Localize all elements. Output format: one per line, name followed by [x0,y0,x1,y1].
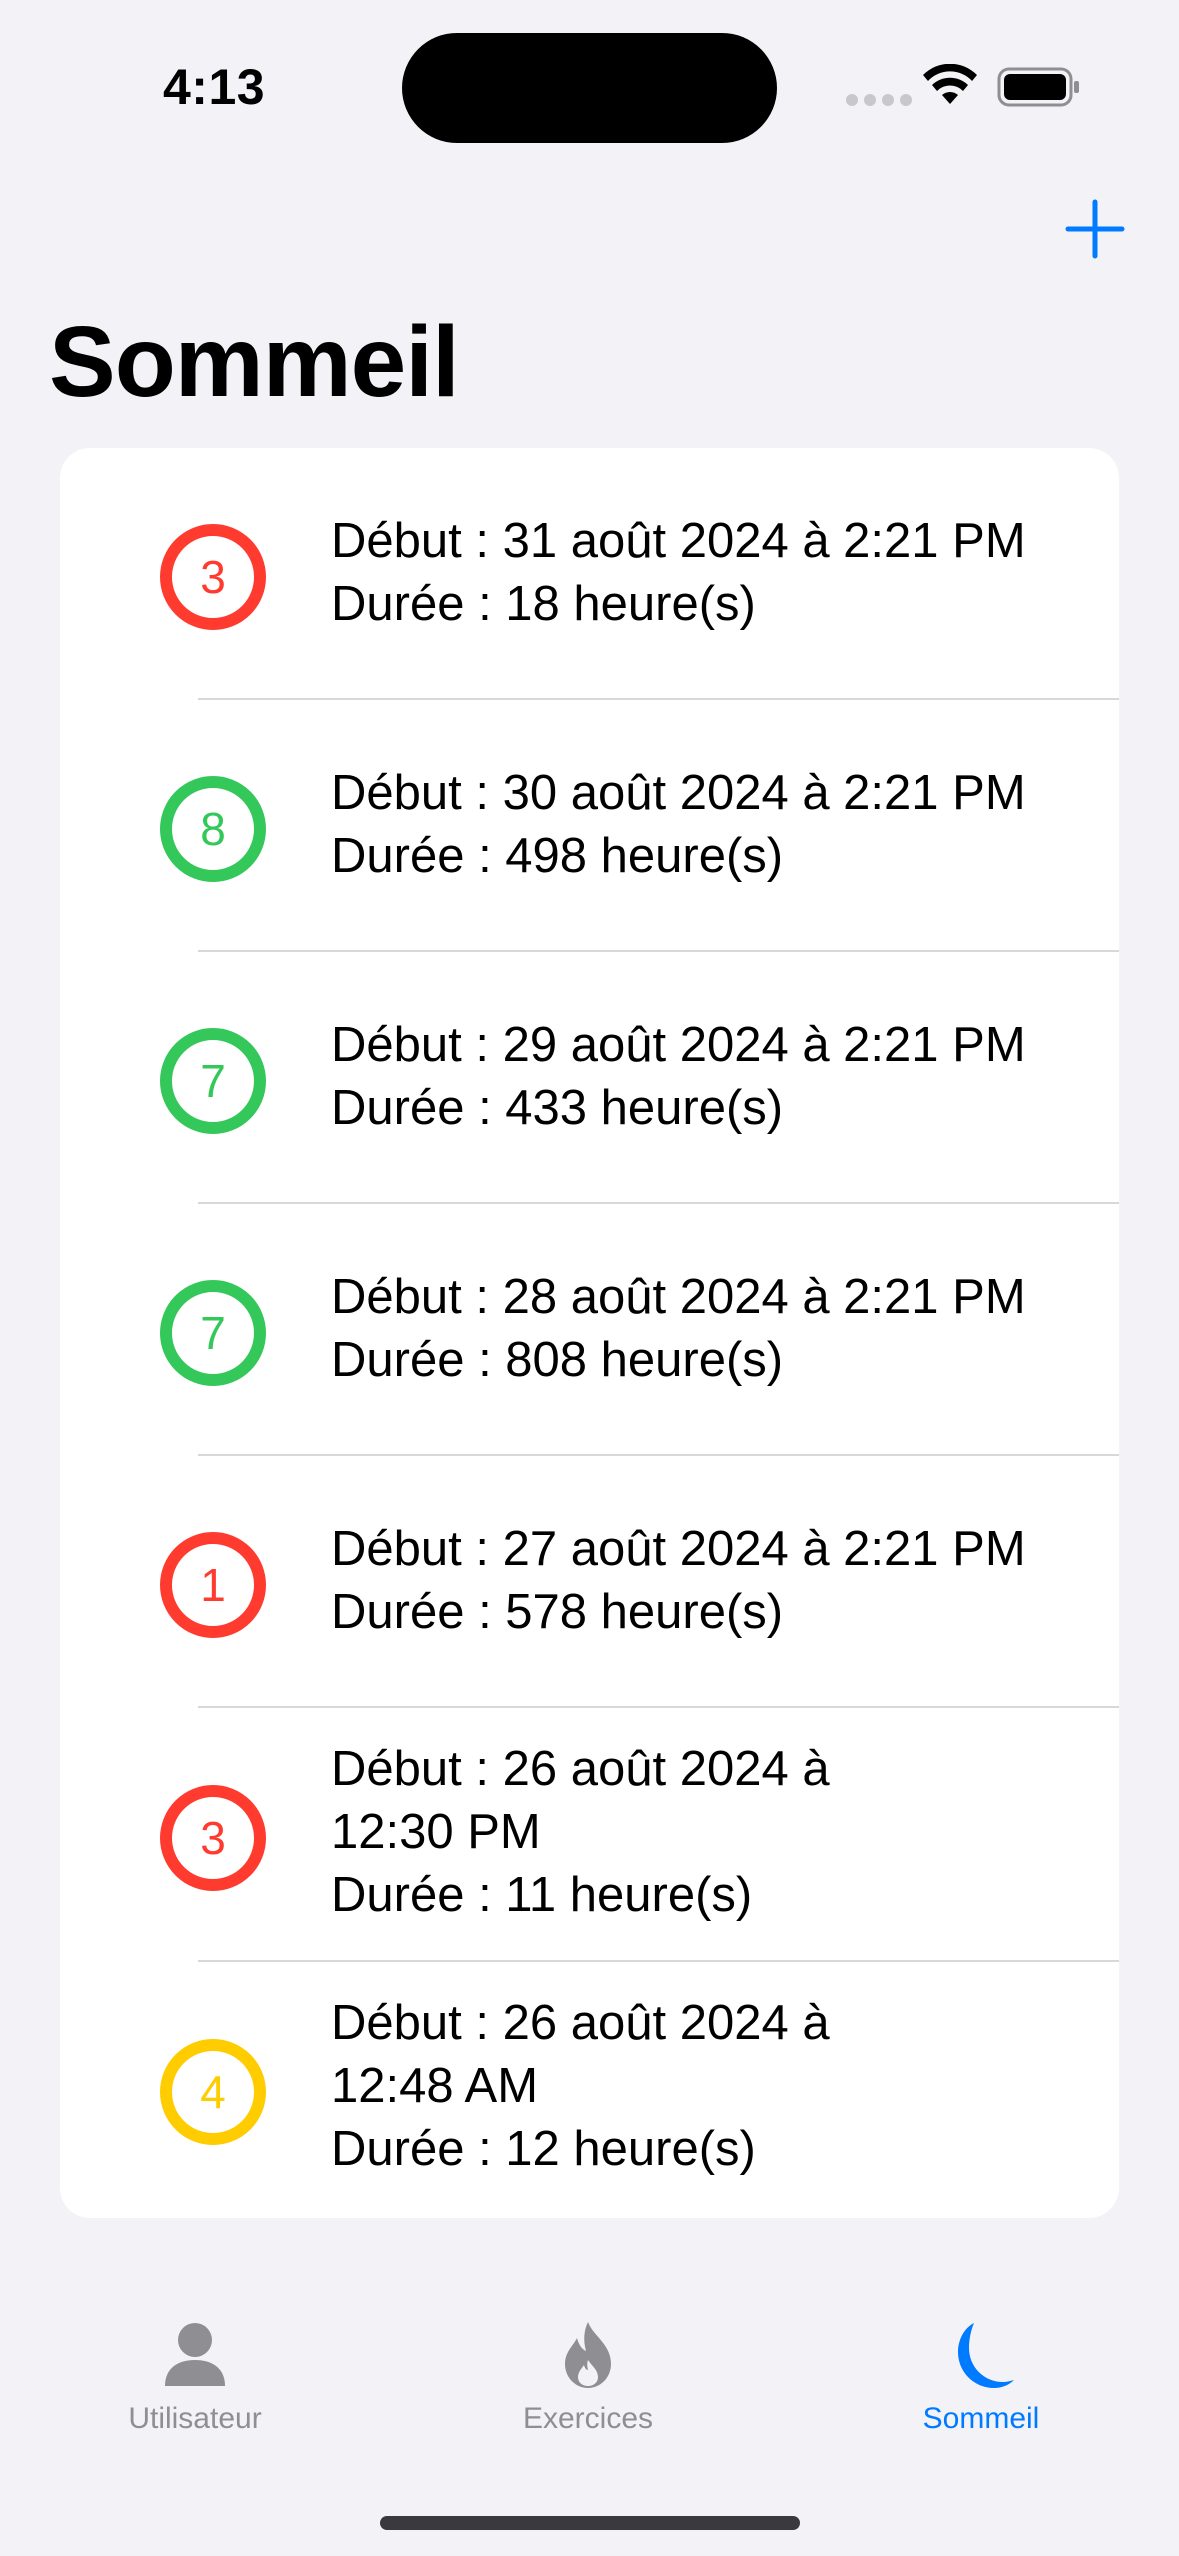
tab-sommeil[interactable]: Sommeil [851,2320,1111,2436]
duration-text: Durée : 433 heure(s) [331,1081,784,1135]
sleep-list: 3 Début : 31 août 2024 à 2:21 PM Durée :… [60,448,1119,2218]
duration-text: Durée : 12 heure(s) [331,2122,756,2176]
dynamic-island [402,33,777,143]
start-date-text: Début : 27 août 2024 à 2:21 PM [331,1522,1026,1576]
page-title: Sommeil [49,306,460,418]
sleep-entry-row[interactable]: 8 Début : 30 août 2024 à 2:21 PM Durée :… [60,700,1119,952]
moon-icon [958,2323,1014,2388]
sleep-entry-row[interactable]: 1 Début : 27 août 2024 à 2:21 PM Durée :… [60,1456,1119,1708]
start-date-text: Début : 30 août 2024 à 2:21 PM [331,766,1026,820]
start-date-text: Début : 29 août 2024 à 2:21 PM [331,1018,1026,1072]
home-indicator [380,2516,800,2530]
start-time-text: 12:48 AM [331,2059,539,2113]
duration-text: Durée : 498 heure(s) [331,829,784,883]
wifi-icon [923,64,977,104]
sleep-entry-row[interactable]: 3 Début : 26 août 2024 à 12:30 PM Durée … [60,1708,1119,1962]
battery-icon [997,67,1079,107]
start-time-text: 12:30 PM [331,1805,541,1859]
start-date-text: Début : 26 août 2024 à [331,1742,830,1796]
duration-text: Durée : 18 heure(s) [331,577,756,631]
tab-label: Sommeil [922,2402,1040,2435]
quality-score-badge: 7 [160,1280,266,1386]
start-date-text: Début : 31 août 2024 à 2:21 PM [331,514,1026,568]
duration-text: Durée : 808 heure(s) [331,1333,784,1387]
start-date-text: Début : 26 août 2024 à [331,1996,830,2050]
flame-icon [565,2322,611,2388]
quality-score-badge: 4 [160,2039,266,2145]
status-time: 4:13 [163,59,266,115]
duration-text: Durée : 11 heure(s) [331,1868,753,1922]
person-icon [165,2323,225,2386]
quality-score-badge: 3 [160,524,266,630]
start-date-text: Début : 28 août 2024 à 2:21 PM [331,1270,1026,1324]
quality-score-badge: 3 [160,1785,266,1891]
sleep-entry-row[interactable]: 3 Début : 31 août 2024 à 2:21 PM Durée :… [60,448,1119,700]
duration-text: Durée : 578 heure(s) [331,1585,784,1639]
tab-label: Exercices [522,2402,654,2435]
sleep-entry-row[interactable]: 7 Début : 29 août 2024 à 2:21 PM Durée :… [60,952,1119,1204]
tab-utilisateur[interactable]: Utilisateur [65,2320,325,2436]
quality-score-badge: 7 [160,1028,266,1134]
tab-label: Utilisateur [128,2402,262,2435]
add-button[interactable] [1064,198,1126,260]
sleep-entry-row[interactable]: 4 Début : 26 août 2024 à 12:48 AM Durée … [60,1962,1119,2218]
tab-exercices[interactable]: Exercices [458,2320,718,2436]
sleep-entry-row[interactable]: 7 Début : 28 août 2024 à 2:21 PM Durée :… [60,1204,1119,1456]
quality-score-badge: 1 [160,1532,266,1638]
sleep-screen: 4:13 Sommeil 3 Début : 31 août 2024 à 2:… [0,0,1179,2556]
cellular-signal-icon [846,94,912,106]
quality-score-badge: 8 [160,776,266,882]
